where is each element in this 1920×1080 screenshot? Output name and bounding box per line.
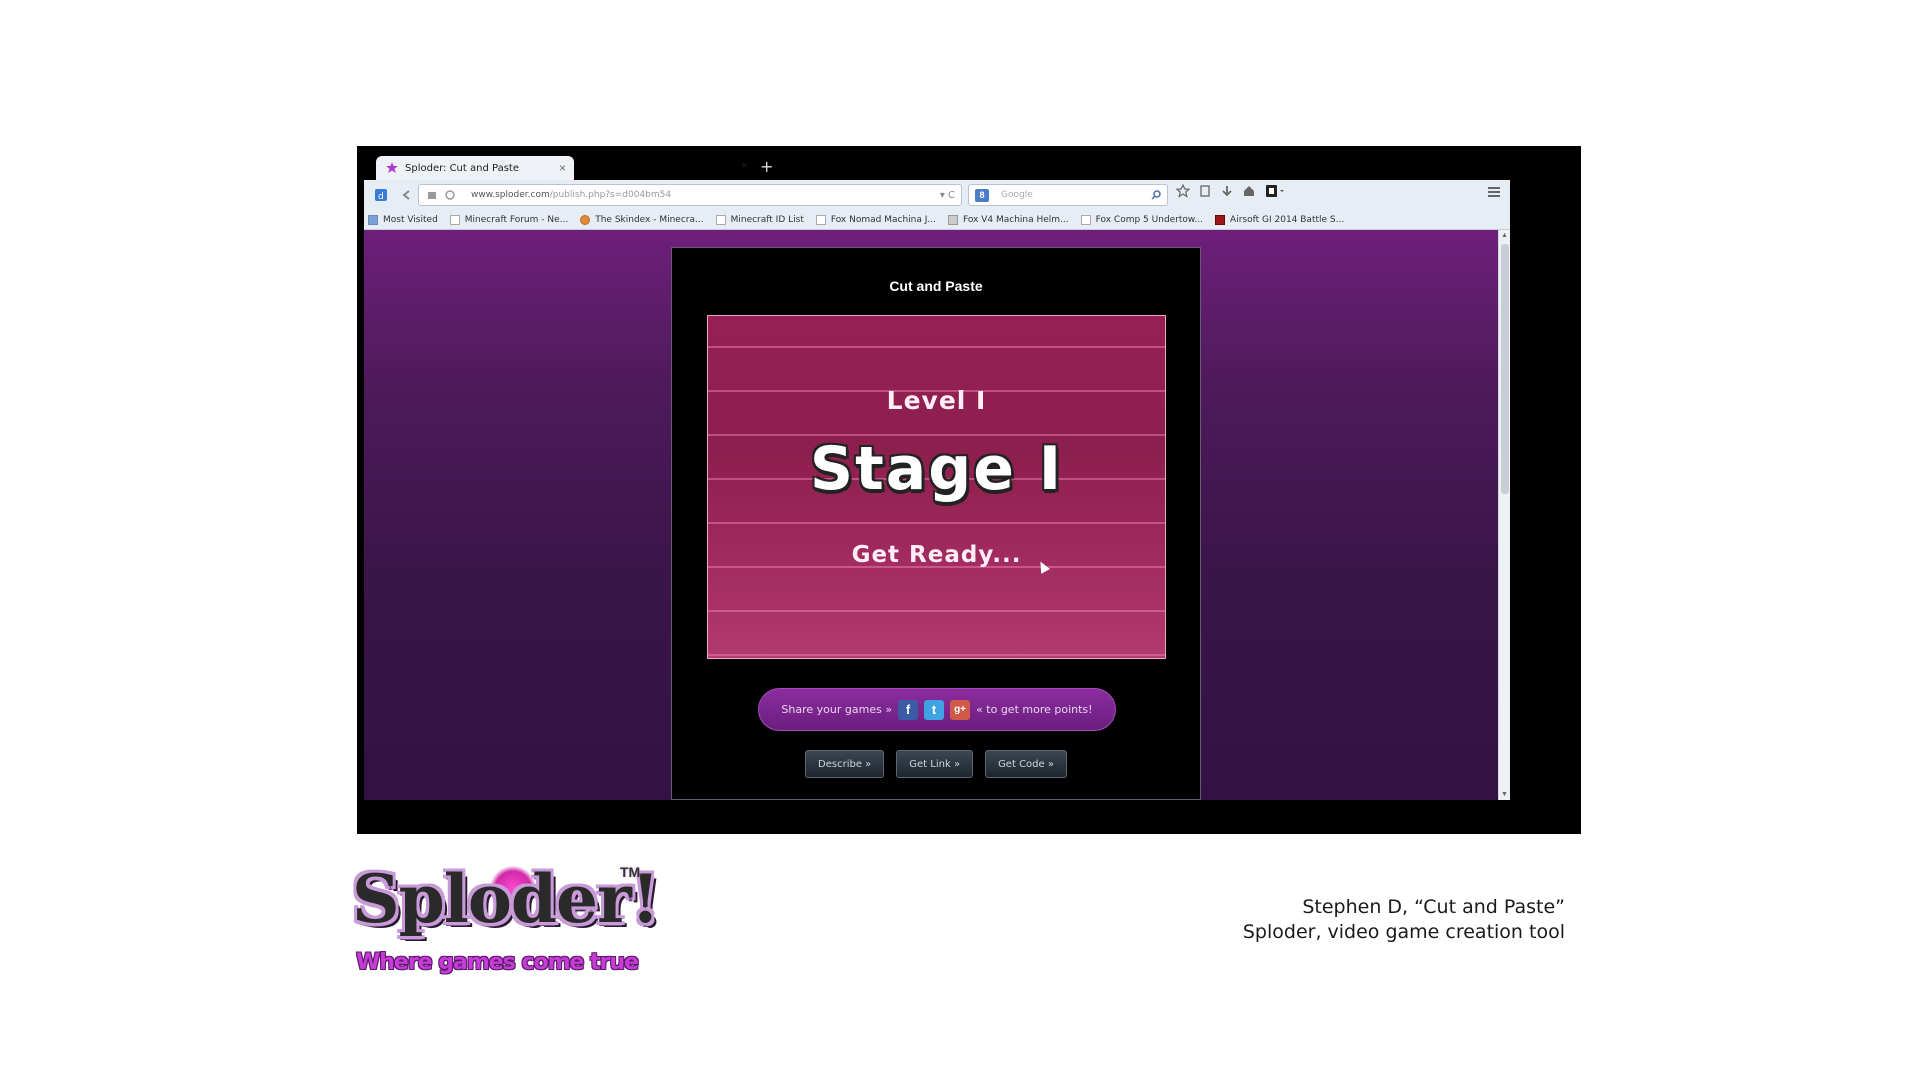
new-tab-button[interactable]: + — [760, 157, 773, 176]
bookmark-item[interactable]: Fox Nomad Machina J... — [815, 214, 936, 225]
describe-button[interactable]: Describe » — [805, 750, 885, 778]
share-text-right: « to get more points! — [976, 703, 1093, 716]
reload-controls[interactable]: ▾ C — [940, 190, 955, 201]
globe-icon — [445, 190, 455, 200]
game-title: Cut and Paste — [889, 278, 983, 294]
bookmarks-bar: Most Visited Minecraft Forum - Ne... The… — [364, 210, 1510, 230]
url-host: www.sploder.com — [471, 190, 550, 200]
hamburger-menu-icon[interactable] — [1486, 184, 1502, 200]
home-icon[interactable] — [1242, 184, 1256, 198]
search-engine-icon[interactable]: 8 — [975, 188, 989, 202]
firefox-menu-icon[interactable]: d — [370, 184, 392, 206]
url-text[interactable]: www.sploder.com/publish.php?s=d004bm54 — [425, 190, 934, 200]
bookmark-icon — [449, 214, 460, 225]
clipboard-icon[interactable] — [1198, 184, 1212, 198]
bookmark-icon — [1215, 214, 1226, 225]
tab-sploder[interactable]: Sploder: Cut and Paste × — [376, 156, 574, 180]
extension-icon[interactable] — [1264, 184, 1286, 198]
bookmark-icon — [947, 214, 958, 225]
bookmark-icon — [1080, 214, 1091, 225]
bookmark-icon — [715, 214, 726, 225]
back-arrow-icon[interactable] — [401, 189, 413, 201]
tab-close-icon[interactable]: × — [559, 161, 566, 175]
bookmark-item[interactable]: Most Visited — [368, 214, 438, 225]
search-bar[interactable]: 8 Google — [968, 184, 1168, 206]
get-ready-text: Get Ready... — [851, 542, 1022, 568]
bookmark-item[interactable]: Minecraft ID List — [715, 214, 804, 225]
logo-trademark: TM — [620, 864, 641, 880]
browser-window: Sploder: Cut and Paste × × + d www.splod… — [364, 153, 1510, 800]
google-plus-icon[interactable]: g+ — [950, 699, 971, 720]
url-path: /publish.php?s=d004bm54 — [549, 190, 672, 200]
stage-text: Stage I — [809, 434, 1064, 504]
bookmark-item[interactable]: Minecraft Forum - Ne... — [449, 214, 568, 225]
bookmark-star-icon[interactable] — [1176, 184, 1190, 198]
facebook-icon[interactable]: f — [898, 699, 919, 720]
caption-line-2: Sploder, video game creation tool — [1242, 921, 1565, 943]
get-code-button[interactable]: Get Code » — [985, 750, 1067, 778]
bookmark-item[interactable]: Fox Comp 5 Undertow... — [1080, 214, 1203, 225]
tab-strip: Sploder: Cut and Paste × × + — [364, 153, 1510, 180]
svg-text:d: d — [378, 192, 384, 202]
screenshot-frame: Sploder: Cut and Paste × × + d www.splod… — [357, 146, 1581, 834]
sploder-favicon-icon — [386, 162, 398, 173]
logo-tagline: Where games come true — [356, 950, 639, 975]
twitter-icon[interactable]: t — [924, 699, 945, 720]
bookmark-icon — [368, 214, 378, 225]
level-text: Level I — [886, 386, 987, 415]
scroll-down-icon[interactable]: ▼ — [1501, 791, 1508, 798]
url-bar[interactable]: www.sploder.com/publish.php?s=d004bm54 ▾… — [402, 184, 962, 206]
tab-close-dim-icon[interactable]: × — [741, 160, 747, 172]
page-content: Cut and Paste Level I Stage I Get Ready.… — [364, 230, 1498, 800]
page-scrollbar[interactable]: ▲ ▼ — [1498, 230, 1510, 800]
sploder-logo: Sploder! TM Where games come true — [352, 860, 660, 980]
bookmark-item[interactable]: Airsoft GI 2014 Battle S... — [1215, 214, 1344, 225]
share-text-left: Share your games » — [781, 703, 893, 716]
search-input[interactable]: Google — [1001, 190, 1151, 200]
game-panel: Cut and Paste Level I Stage I Get Ready.… — [671, 247, 1201, 800]
toolbar-buttons — [1176, 184, 1286, 198]
bookmark-item[interactable]: The Skindex - Minecra... — [580, 214, 704, 225]
game-action-buttons: Describe » Get Link » Get Code » — [672, 750, 1200, 778]
page-info-icon[interactable] — [427, 190, 437, 200]
bookmark-icon — [580, 214, 591, 225]
get-link-button[interactable]: Get Link » — [896, 750, 974, 778]
share-banner: Share your games » f t g+ « to get more … — [758, 688, 1116, 731]
logo-wordmark: Sploder! — [352, 860, 660, 938]
caption-line-1: Stephen D, “Cut and Paste” — [1302, 896, 1565, 918]
game-canvas[interactable]: Level I Stage I Get Ready... — [707, 315, 1166, 659]
bookmark-item[interactable]: Fox V4 Machina Helm... — [947, 214, 1069, 225]
search-icon[interactable] — [1151, 190, 1161, 200]
scroll-up-icon[interactable]: ▲ — [1501, 232, 1508, 239]
tab-title: Sploder: Cut and Paste — [405, 162, 519, 174]
bookmark-icon — [815, 214, 826, 225]
slide-caption: Stephen D, “Cut and Paste” Sploder, vide… — [1243, 895, 1565, 945]
scroll-thumb[interactable] — [1501, 244, 1509, 494]
nav-bar: d www.sploder.com/publish.php?s=d004bm54… — [364, 180, 1510, 210]
download-icon[interactable] — [1220, 184, 1234, 198]
